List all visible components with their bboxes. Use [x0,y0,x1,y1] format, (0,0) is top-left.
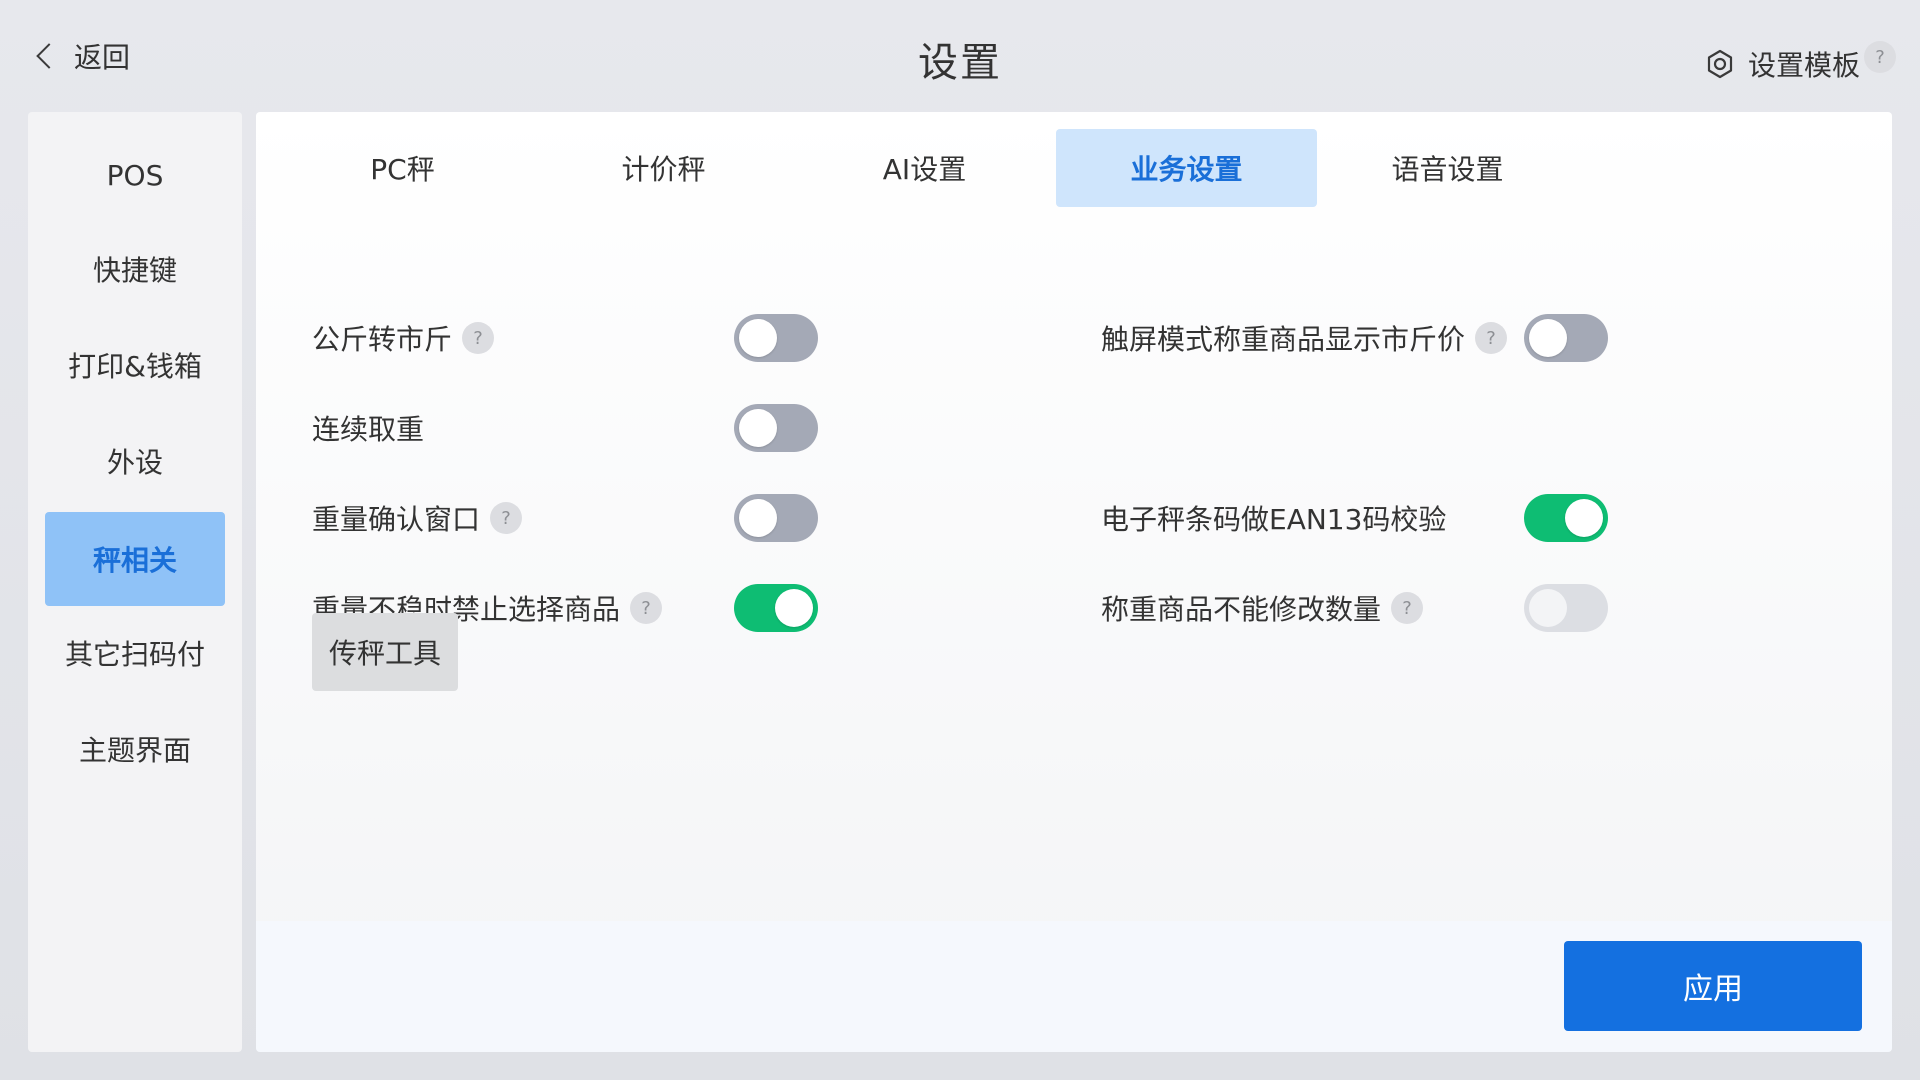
tab-ai-settings[interactable]: AI设置 [794,129,1055,207]
sidebar: POS 快捷键 打印&钱箱 外设 秤相关 其它扫码付 主题界面 [28,112,242,1052]
sidebar-item-shortcuts[interactable]: 快捷键 [45,222,225,316]
setting-label-continuous-weighing: 连续取重 [312,413,425,446]
sidebar-item-scale[interactable]: 秤相关 [45,512,225,606]
toggle-block-unstable-weight[interactable] [734,584,818,632]
toggle-knob [1529,589,1567,627]
setting-weight-confirm-window: 重量确认窗口 ? [312,494,523,542]
sidebar-item-theme[interactable]: 主题界面 [45,702,225,796]
header: 返回 设置 设置模板 ? [0,0,1920,112]
tab-pc-scale[interactable]: PC秤 [272,129,533,207]
toggle-knob [739,499,777,537]
tab-price-scale[interactable]: 计价秤 [533,129,794,207]
setting-lock-weighed-quantity: 称重商品不能修改数量 ? [1101,584,1424,632]
question-mark-icon[interactable]: ? [490,502,523,534]
setting-label-weight-confirm-window: 重量确认窗口 [312,503,481,536]
toggle-kg-to-jin[interactable] [734,314,818,362]
setting-label-touch-jin-price: 触屏模式称重商品显示市斤价 [1101,323,1466,356]
setting-label-lock-weighed-quantity: 称重商品不能修改数量 [1101,593,1382,626]
setting-continuous-weighing: 连续取重 [312,404,424,452]
page-title: 设置 [918,40,1002,86]
question-mark-icon[interactable]: ? [462,322,495,354]
settings-template-button[interactable]: 设置模板 ? [1704,41,1896,84]
toggle-knob [1529,319,1567,357]
setting-ean13-check: 电子秤条码做EAN13码校验 [1101,494,1446,542]
sidebar-item-peripherals[interactable]: 外设 [45,414,225,508]
hexagon-gear-icon [1707,49,1733,79]
question-mark-icon[interactable]: ? [1475,322,1508,354]
toggle-weight-confirm-window[interactable] [734,494,818,542]
footer-bar: 应用 [256,921,1892,1052]
apply-button[interactable]: 应用 [1564,941,1862,1031]
toggle-knob [739,319,777,357]
toggle-lock-weighed-quantity [1524,584,1608,632]
setting-label-ean13-check: 电子秤条码做EAN13码校验 [1101,503,1447,536]
sidebar-item-other-scan-pay[interactable]: 其它扫码付 [45,606,225,700]
toggle-continuous-weighing[interactable] [734,404,818,452]
tab-business-settings[interactable]: 业务设置 [1056,129,1317,207]
question-mark-icon[interactable]: ? [630,592,663,624]
main-panel: PC秤 计价秤 AI设置 业务设置 语音设置 公斤转市斤 ? 连续取重 重量确认… [256,112,1892,1052]
toggle-knob [1565,499,1603,537]
setting-touch-jin-price: 触屏模式称重商品显示市斤价 ? [1101,314,1508,362]
toggle-knob [739,409,777,447]
scale-transfer-tool-button[interactable]: 传秤工具 [312,613,458,691]
sidebar-item-pos[interactable]: POS [45,128,225,222]
setting-label-kg-to-jin: 公斤转市斤 [312,323,453,356]
toggle-knob [775,589,813,627]
question-mark-icon[interactable]: ? [1391,592,1424,624]
template-label: 设置模板 [1747,49,1860,82]
sidebar-item-print-cashbox[interactable]: 打印&钱箱 [45,318,225,412]
question-mark-icon[interactable]: ? [1864,41,1896,73]
toggle-touch-jin-price[interactable] [1524,314,1608,362]
setting-kg-to-jin: 公斤转市斤 ? [312,314,495,362]
tab-voice-settings[interactable]: 语音设置 [1317,129,1578,207]
toggle-ean13-check[interactable] [1524,494,1608,542]
